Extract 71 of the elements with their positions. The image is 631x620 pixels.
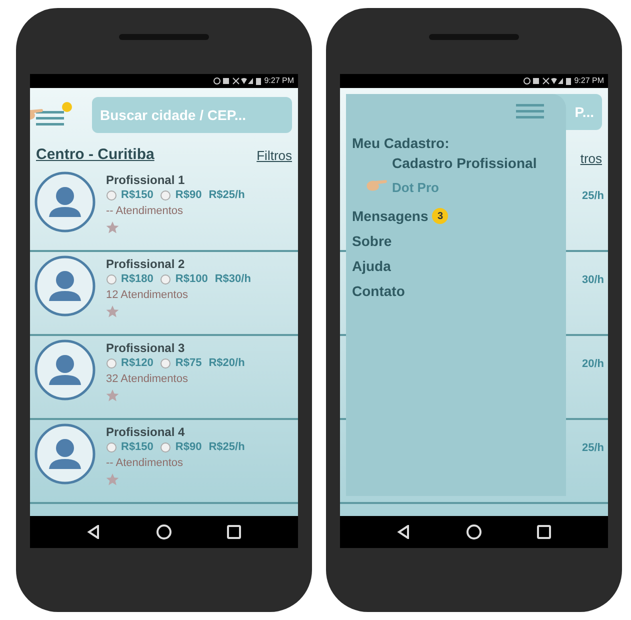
search-field[interactable]: Buscar cidade / CEP...	[92, 97, 292, 133]
professional-name: Profissional 4	[106, 425, 186, 440]
price: R$90	[175, 440, 202, 455]
coin-icon	[160, 442, 172, 453]
price: 25/h	[582, 441, 604, 456]
price: R$180	[121, 272, 154, 287]
coin-icon	[160, 274, 172, 285]
professional-row[interactable]: Profissional 1 R$150 R$90 R$25/h -- Atendimentos	[30, 168, 298, 252]
menu-icon	[36, 111, 64, 126]
price: R$30/h	[214, 272, 251, 287]
avatar-icon	[34, 255, 96, 317]
visit-count: -- Atendimentos	[106, 456, 184, 471]
recent-apps-icon	[536, 525, 551, 539]
visit-count: -- Atendimentos	[106, 204, 184, 219]
coin-icon	[106, 274, 117, 285]
submenu-item[interactable]: Cadastro Profissional	[392, 155, 537, 171]
price: R$25/h	[208, 188, 245, 203]
price: R$120	[121, 356, 154, 371]
back-icon	[397, 525, 412, 539]
professional-row[interactable]: Profissional 2 R$180 R$100 R$30/h 12 Atendimentos	[30, 252, 298, 336]
status-time: 9:27 PM	[574, 77, 604, 85]
visit-count: 12 Atendimentos	[106, 288, 189, 303]
coin-icon	[106, 358, 117, 369]
professional-row[interactable]: Profissional 3 R$120 R$75 R$20/h 32 Atendimentos	[30, 336, 298, 420]
menu-item[interactable]: Mensagens	[352, 207, 428, 225]
price: R$90	[175, 188, 202, 203]
menu-button[interactable]	[36, 102, 72, 128]
avatar-icon	[34, 171, 96, 233]
avatar-icon	[34, 423, 96, 485]
location-link[interactable]: Centro - Curitiba	[36, 147, 154, 162]
menu-icon	[516, 104, 544, 118]
star-icon	[106, 473, 119, 486]
coin-icon	[106, 190, 117, 201]
price: R$20/h	[208, 356, 245, 371]
star-icon	[106, 305, 119, 318]
professional-name: Profissional 2	[106, 257, 186, 272]
price: R$75	[175, 356, 202, 371]
star-icon	[106, 389, 119, 402]
visit-count: 32 Atendimentos	[106, 372, 189, 387]
avatar-icon	[34, 339, 96, 401]
menu-item[interactable]: Contato	[352, 282, 405, 300]
star-icon	[106, 221, 119, 234]
menu-item[interactable]: Ajuda	[352, 257, 391, 275]
menu-item[interactable]: Meu Cadastro:	[352, 134, 450, 152]
status-icons	[523, 77, 564, 85]
price: 20/h	[582, 357, 604, 372]
price: 25/h	[582, 189, 604, 204]
status-time: 9:27 PM	[264, 77, 294, 85]
filters-link[interactable]: tros	[580, 148, 602, 168]
recent-apps-icon	[226, 525, 241, 539]
home-icon	[156, 524, 172, 540]
price: R$25/h	[208, 440, 245, 455]
status-icons	[213, 77, 254, 85]
price: R$150	[121, 440, 154, 455]
professional-name: Profissional 3	[106, 341, 186, 356]
professional-row[interactable]: Profissional 4 R$150 R$90 R$25/h -- Atendimentos	[30, 420, 298, 504]
professional-name: Profissional 1	[106, 173, 186, 188]
coin-icon	[160, 358, 172, 369]
coin-icon	[106, 442, 117, 453]
menu-item[interactable]: Sobre	[352, 232, 392, 250]
battery-icon	[256, 77, 262, 85]
price: 30/h	[582, 273, 604, 288]
menu-button[interactable]	[516, 102, 546, 120]
price: R$150	[121, 188, 154, 203]
message-count-badge: 3	[432, 208, 448, 224]
filters-link[interactable]: Filtros	[256, 149, 292, 162]
price: R$100	[175, 272, 208, 287]
home-icon	[466, 524, 482, 540]
battery-icon	[566, 77, 572, 85]
coin-icon	[160, 190, 172, 201]
back-icon	[87, 525, 102, 539]
